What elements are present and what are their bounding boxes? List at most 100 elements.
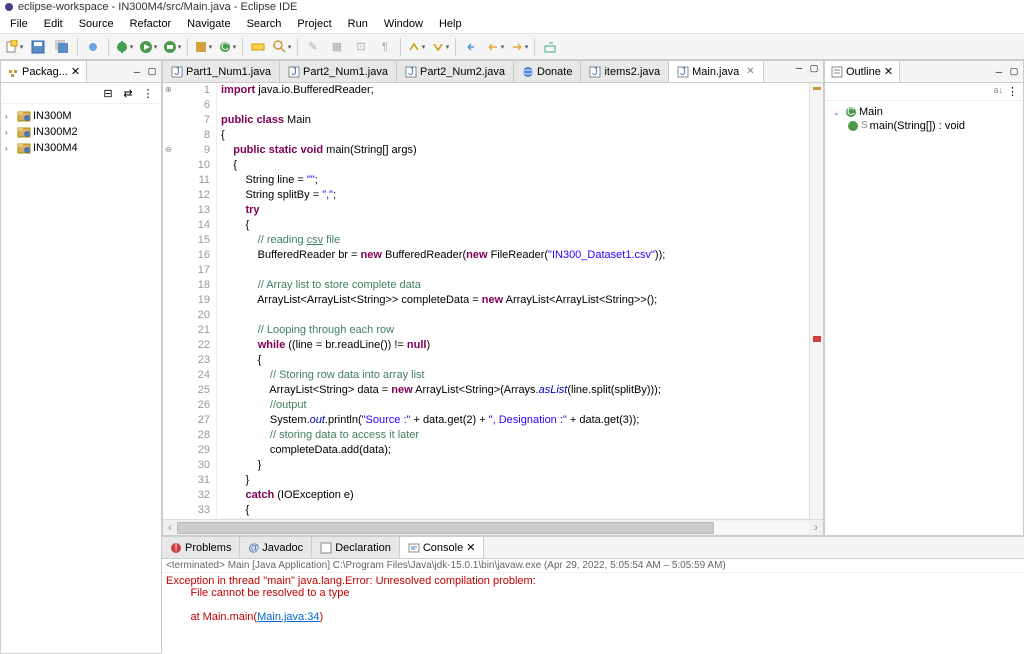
menu-item-help[interactable]: Help <box>431 16 470 32</box>
close-icon[interactable]: ✕ <box>884 65 893 78</box>
outline-tab[interactable]: Outline ✕ <box>825 61 900 82</box>
forward-button[interactable]: ▾ <box>508 36 530 58</box>
editor-tabs: JPart1_Num1.javaJPart2_Num1.javaJPart2_N… <box>163 61 823 83</box>
last-edit-button[interactable] <box>460 36 482 58</box>
outline-title: Outline <box>846 66 881 78</box>
collapse-all-icon[interactable]: ⊟ <box>100 85 116 101</box>
view-menu-icon[interactable]: ⋮ <box>140 85 156 101</box>
line-gutter[interactable]: 1678910111213141516171819202122232425262… <box>177 83 217 519</box>
outline-tree[interactable]: ⌄ C Main S main(String[]) : void <box>825 101 1023 535</box>
console-icon <box>408 542 420 554</box>
show-whitespace-button[interactable]: ⊡ <box>350 36 372 58</box>
menu-item-project[interactable]: Project <box>289 16 339 32</box>
package-icon <box>7 66 19 78</box>
project-icon <box>17 141 31 155</box>
minimize-icon[interactable]: ─ <box>130 65 144 79</box>
console-body[interactable]: Exception in thread "main" java.lang.Err… <box>162 573 1024 654</box>
project-icon <box>17 109 31 123</box>
editor-hscroll[interactable]: ‹ › <box>163 519 823 535</box>
svg-text:J: J <box>593 66 599 78</box>
svg-text:C: C <box>221 41 229 53</box>
project-icon <box>17 125 31 139</box>
coverage-button[interactable]: ▾ <box>161 36 183 58</box>
outline-icon <box>831 66 843 78</box>
view-menu-icon[interactable]: ⋮ <box>1004 85 1021 98</box>
maximize-icon[interactable]: ▢ <box>807 61 821 75</box>
svg-text:J: J <box>680 66 686 78</box>
toggle-block-button[interactable]: ▦ <box>326 36 348 58</box>
new-button[interactable]: ▾ <box>3 36 25 58</box>
outline-class[interactable]: ⌄ C Main <box>829 105 1019 119</box>
code-area[interactable]: import java.io.BufferedReader; public cl… <box>217 83 809 519</box>
bottom-panel: !Problems@JavadocDeclarationConsole ✕ <t… <box>162 536 1024 654</box>
file-icon <box>522 66 534 78</box>
javadoc-icon: @ <box>248 542 259 554</box>
project-item[interactable]: ›IN300M4 <box>5 140 157 156</box>
link-editor-icon[interactable]: ⇄ <box>120 85 136 101</box>
package-explorer-panel: Packag... ✕ ─ ▢ ⊟ ⇄ ⋮ ›IN300M›IN300M2›IN… <box>0 60 162 654</box>
menu-item-file[interactable]: File <box>2 16 36 32</box>
svg-text:J: J <box>174 66 180 78</box>
file-icon: J <box>677 66 689 78</box>
breakpoint-toggle-button[interactable] <box>82 36 104 58</box>
project-item[interactable]: ›IN300M2 <box>5 124 157 140</box>
close-icon[interactable]: ✕ <box>71 65 80 78</box>
editor-tab[interactable]: JPart2_Num1.java <box>280 61 397 82</box>
save-all-button[interactable] <box>51 36 73 58</box>
bottom-tab-declaration[interactable]: Declaration <box>312 537 400 558</box>
package-explorer-tab[interactable]: Packag... ✕ <box>1 61 87 82</box>
annotation-prev-button[interactable]: ▾ <box>405 36 427 58</box>
search-button[interactable]: ▾ <box>271 36 293 58</box>
bottom-tab-console[interactable]: Console ✕ <box>400 537 485 558</box>
main-toolbar: ▾ ▾ ▾ ▾ ▾ C▾ ▾ ✎ ▦ ⊡ ¶ ▾ ▾ ▾ ▾ <box>0 34 1024 60</box>
menu-item-run[interactable]: Run <box>340 16 376 32</box>
bottom-tab-javadoc[interactable]: @Javadoc <box>240 537 312 558</box>
outline-panel: Outline ✕ ─ ▢ a↓ ⋮ ⌄ C Main <box>824 60 1024 536</box>
save-button[interactable] <box>27 36 49 58</box>
menu-item-edit[interactable]: Edit <box>36 16 71 32</box>
editor-tab[interactable]: Donate <box>514 61 581 82</box>
center-column: JPart1_Num1.javaJPart2_Num1.javaJPart2_N… <box>162 60 1024 654</box>
close-icon[interactable]: ✕ <box>746 66 754 77</box>
eclipse-icon <box>4 2 14 12</box>
menu-item-navigate[interactable]: Navigate <box>179 16 238 32</box>
open-type-button[interactable] <box>247 36 269 58</box>
window-title: eclipse-workspace - IN300M4/src/Main.jav… <box>18 1 297 13</box>
outline-method[interactable]: S main(String[]) : void <box>829 119 1019 133</box>
problems-icon: ! <box>170 542 182 554</box>
editor-tab[interactable]: JPart1_Num1.java <box>163 61 280 82</box>
minimize-icon[interactable]: ─ <box>992 65 1006 79</box>
menu-item-refactor[interactable]: Refactor <box>122 16 180 32</box>
bottom-tab-problems[interactable]: !Problems <box>162 537 240 558</box>
pin-button[interactable]: ¶ <box>374 36 396 58</box>
new-class-button[interactable]: C▾ <box>216 36 238 58</box>
editor-tab[interactable]: Jitems2.java <box>581 61 669 82</box>
editor-tab[interactable]: JMain.java✕ <box>669 61 763 82</box>
editor-tab[interactable]: JPart2_Num2.java <box>397 61 514 82</box>
new-java-button[interactable]: ▾ <box>192 36 214 58</box>
sort-icon[interactable]: a↓ <box>993 85 1003 98</box>
maximize-icon[interactable]: ▢ <box>1007 65 1021 79</box>
svg-text:!: ! <box>174 542 177 554</box>
editor-body[interactable]: ⊕⊖! 167891011121314151617181920212223242… <box>163 83 823 519</box>
stack-trace-link[interactable]: Main.java:34 <box>257 611 319 623</box>
run-button[interactable]: ▾ <box>137 36 159 58</box>
svg-text:!: ! <box>167 518 170 519</box>
package-tree[interactable]: ›IN300M›IN300M2›IN300M4 <box>1 104 161 653</box>
close-icon[interactable]: ✕ <box>466 541 475 554</box>
overview-ruler[interactable] <box>809 83 823 519</box>
debug-button[interactable]: ▾ <box>113 36 135 58</box>
menu-item-search[interactable]: Search <box>239 16 290 32</box>
maximize-icon[interactable]: ▢ <box>145 65 159 79</box>
project-item[interactable]: ›IN300M <box>5 108 157 124</box>
class-icon: C <box>845 106 857 118</box>
pin-editor-button[interactable] <box>539 36 561 58</box>
back-button[interactable]: ▾ <box>484 36 506 58</box>
menu-item-window[interactable]: Window <box>376 16 431 32</box>
file-icon: J <box>589 66 601 78</box>
svg-text:J: J <box>408 66 414 78</box>
annotation-next-button[interactable]: ▾ <box>429 36 451 58</box>
menu-item-source[interactable]: Source <box>71 16 122 32</box>
minimize-icon[interactable]: ─ <box>792 61 806 75</box>
toggle-mark-button[interactable]: ✎ <box>302 36 324 58</box>
